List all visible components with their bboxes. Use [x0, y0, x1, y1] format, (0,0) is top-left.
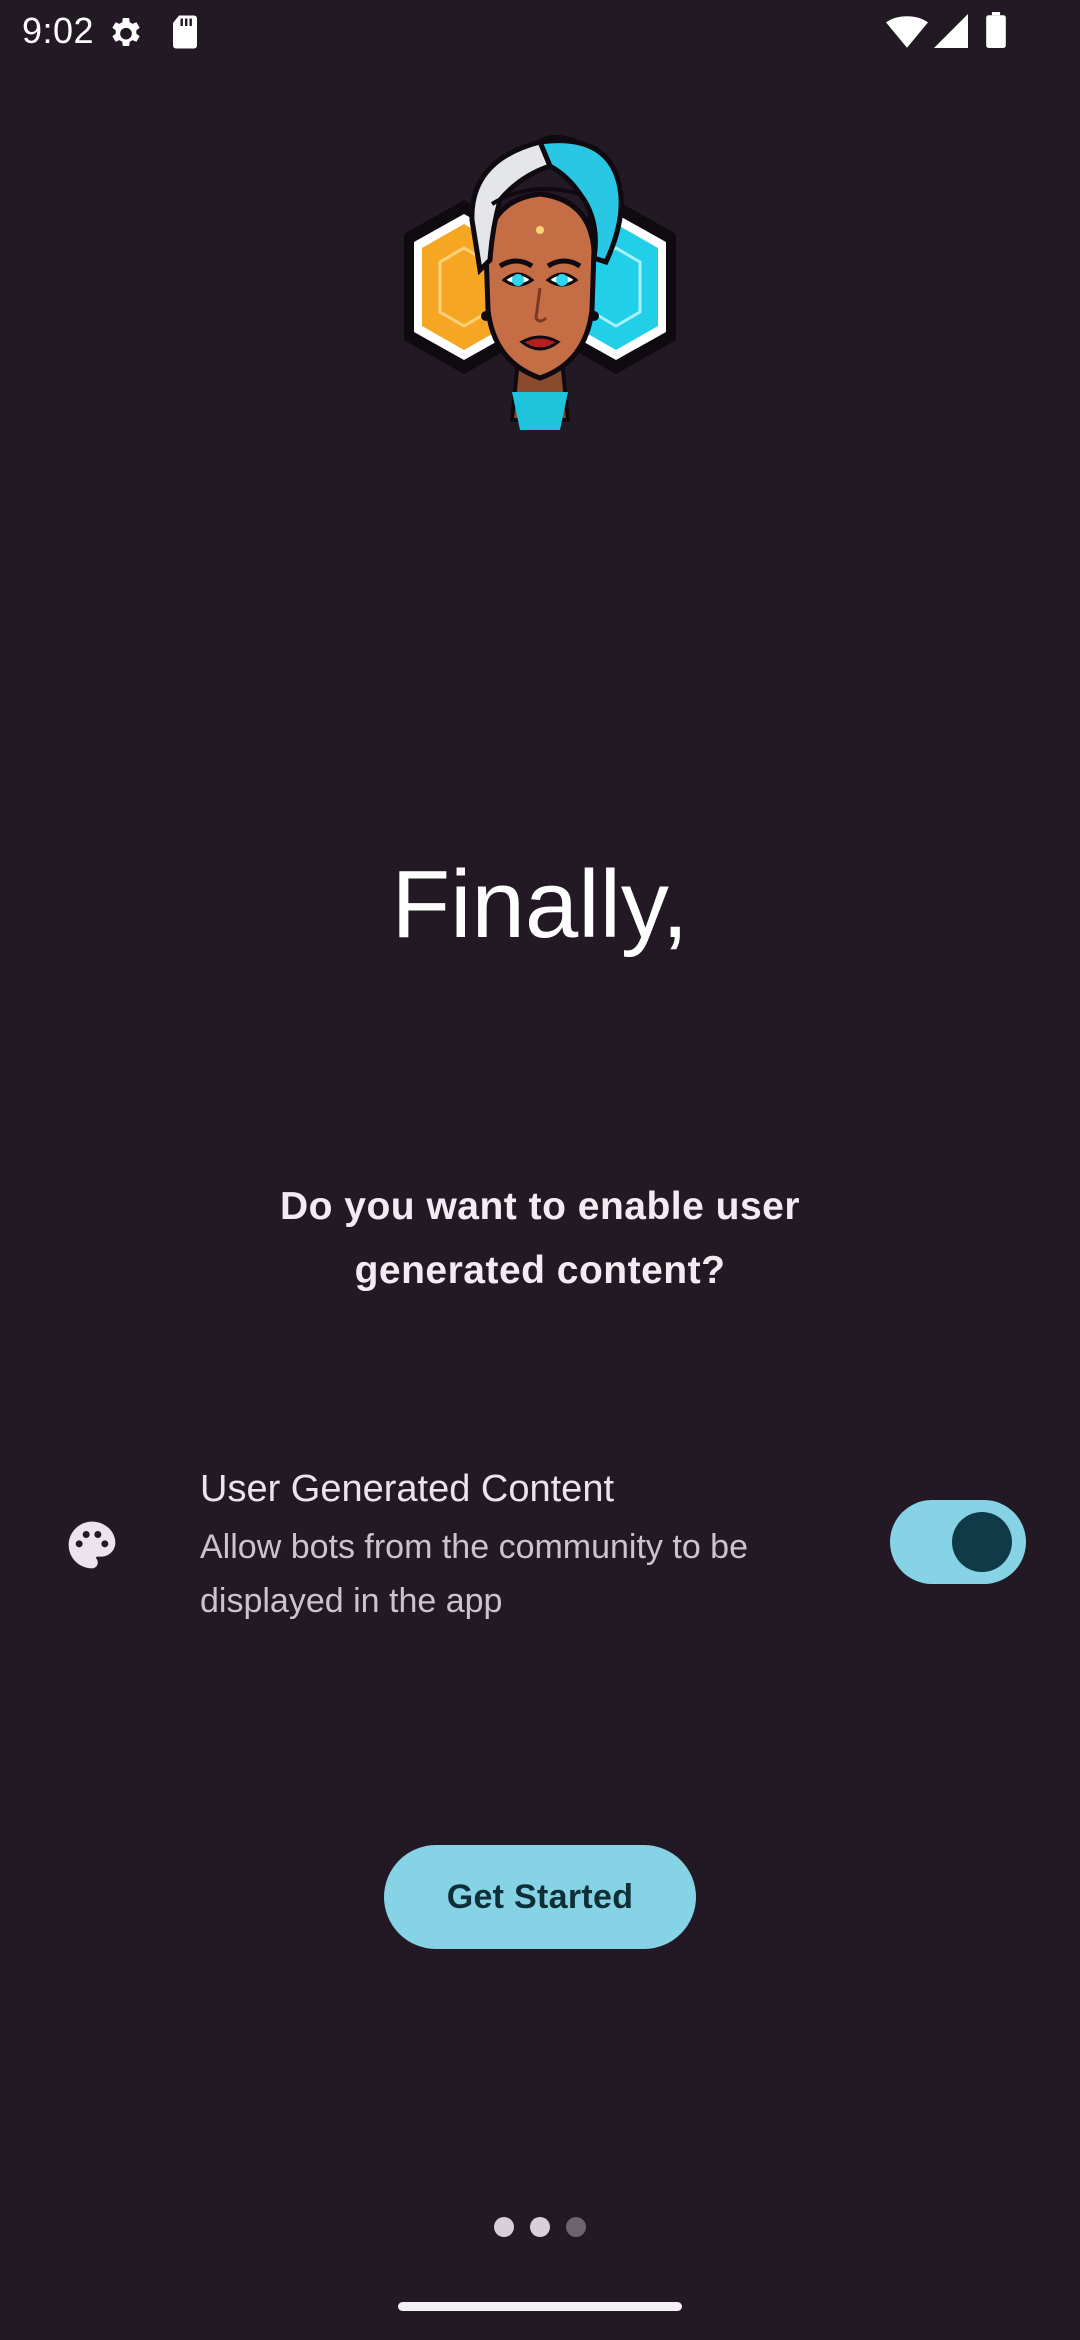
ugc-setting-row[interactable]: User Generated Content Allow bots from t… [0, 1460, 1080, 1630]
page-dot-1 [494, 2217, 514, 2237]
gear-icon [112, 18, 140, 47]
toggle-thumb [952, 1512, 1012, 1572]
home-indicator[interactable] [398, 2302, 682, 2311]
setting-title: User Generated Content [200, 1468, 615, 1510]
status-bar: 9:02 [0, 0, 1080, 64]
battery-icon [986, 12, 1006, 48]
palette-icon [68, 1521, 116, 1569]
page-dot-3 [566, 2217, 586, 2237]
status-time: 9:02 [22, 10, 95, 51]
setting-description: Allow bots from the community to be disp… [200, 1528, 749, 1620]
question-text: Do you want to enable user generated con… [279, 1185, 801, 1292]
sd-card-icon [173, 15, 197, 49]
ugc-toggle-switch[interactable] [890, 1500, 1026, 1584]
avatar-logo [404, 134, 676, 430]
page-indicator [0, 2217, 1080, 2237]
wifi-icon [886, 16, 928, 48]
page-title: Finally, [391, 851, 689, 958]
signal-icon [934, 14, 968, 48]
get-started-button[interactable]: Get Started [384, 1845, 696, 1949]
page-dot-2 [530, 2217, 550, 2237]
